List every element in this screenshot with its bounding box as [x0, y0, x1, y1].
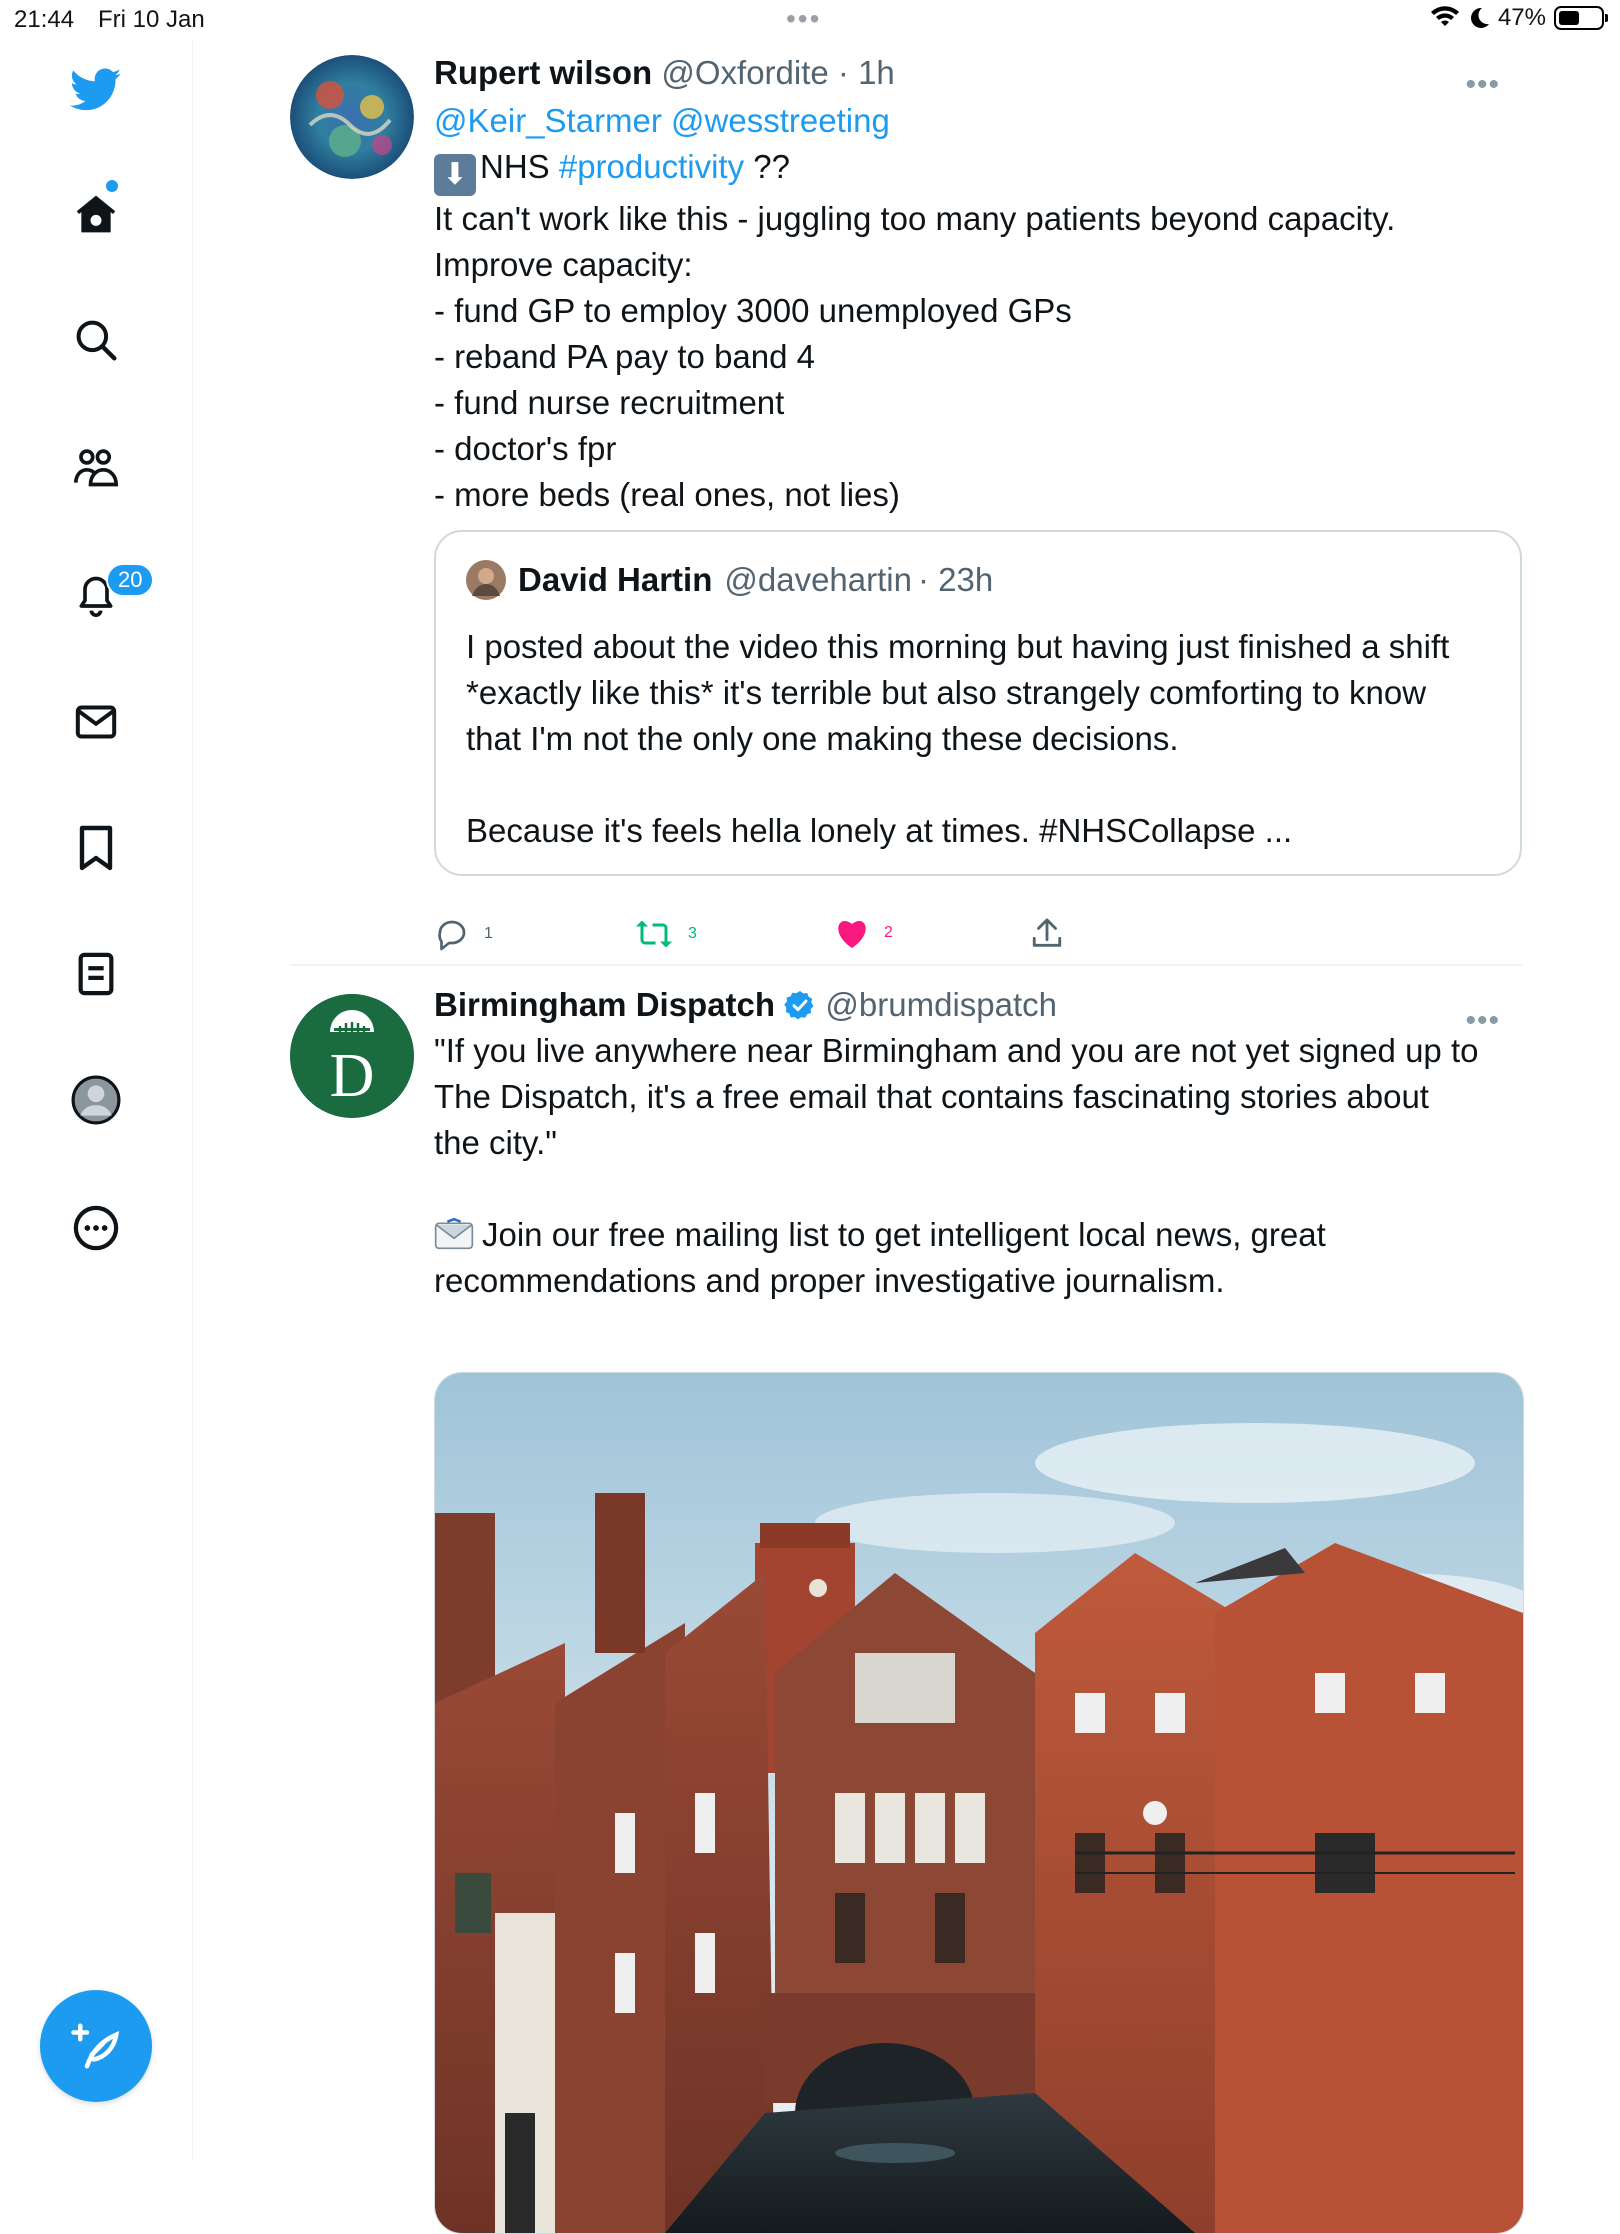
lists-icon[interactable]: [68, 946, 124, 1002]
tweet-line: - fund nurse recruitment: [434, 384, 785, 421]
tweet-header: Birmingham Dispatch @brumdispatch: [434, 982, 1524, 1028]
home-unread-dot: [106, 180, 118, 192]
tweet-line: - more beds (real ones, not lies): [434, 476, 900, 513]
verified-badge-icon: [784, 991, 814, 1020]
like-button[interactable]: 2: [834, 916, 893, 950]
author-handle[interactable]: @brumdispatch: [825, 986, 1057, 1023]
tweet-line: - fund GP to employ 3000 unemployed GPs: [434, 292, 1072, 329]
avatar[interactable]: D: [290, 994, 414, 1118]
retweet-count: 3: [688, 925, 697, 942]
status-right: 47%: [1430, 4, 1608, 32]
quoted-line: that I'm not the only one making these d…: [466, 720, 1179, 757]
tweet-line: ⬇ NHS #productivity ??: [434, 144, 1524, 196]
avatar[interactable]: [290, 55, 414, 179]
quoted-line: [466, 762, 1496, 808]
share-icon: [1032, 918, 1062, 947]
status-time: 21:44: [14, 6, 75, 33]
author-name[interactable]: Rupert wilson: [434, 54, 652, 91]
quoted-line: I posted about the video this morning bu…: [466, 628, 1450, 665]
more-options-icon[interactable]: •••: [1465, 68, 1500, 102]
compose-tweet-icon: [71, 2023, 120, 2069]
avatar-letter: D: [330, 1042, 375, 1110]
retweet-button[interactable]: 3: [634, 916, 697, 952]
tweet-line: - doctor's fpr: [434, 430, 617, 467]
share-button[interactable]: [1030, 916, 1064, 952]
tweet-time[interactable]: · 1h: [838, 54, 895, 91]
quoted-line: Because it's feels hella lonely at times…: [466, 812, 1293, 849]
multitasking-dots-icon[interactable]: •••: [786, 3, 821, 35]
retweet-icon: [636, 920, 672, 948]
status-date: Fri 10 Jan: [98, 6, 205, 33]
heart-icon: [838, 921, 866, 948]
tweet-line: Improve capacity:: [434, 246, 693, 283]
compose-tweet-button[interactable]: [40, 1990, 152, 2102]
quoted-author-handle: @davehartin: [724, 561, 912, 598]
quoted-tweet-time: · 23h: [917, 561, 994, 598]
quoted-author-avatar: [466, 560, 506, 600]
battery-icon: [1554, 6, 1608, 30]
search-icon[interactable]: [68, 312, 124, 368]
bookmark-icon[interactable]: [68, 820, 124, 876]
tweet-actions: 1 3 2: [434, 916, 1434, 956]
envelope-emoji-icon: [434, 1217, 474, 1250]
tweet-line: "If you live anywhere near Birmingham an…: [434, 1032, 1479, 1069]
hashtag-link[interactable]: #productivity: [559, 148, 744, 185]
quoted-tweet[interactable]: David Hartin @davehartin · 23h I posted …: [434, 530, 1522, 876]
quoted-tweet-text: I posted about the video this morning bu…: [466, 624, 1496, 854]
quoted-line: *exactly like this* it's terrible but al…: [466, 674, 1427, 711]
down-arrow-emoji-icon: ⬇: [434, 154, 476, 196]
profile-avatar-icon[interactable]: [68, 1072, 124, 1128]
mail-icon[interactable]: [68, 694, 124, 750]
wifi-icon: [1430, 6, 1459, 26]
moon-icon: [1470, 7, 1489, 28]
tweet[interactable]: Rupert wilson @Oxfordite · 1h ••• @Keir_…: [290, 40, 1522, 964]
tweet-photo[interactable]: [434, 1372, 1524, 2234]
twitter-logo-icon[interactable]: [68, 62, 124, 118]
notifications-badge: 20: [106, 563, 155, 597]
tweet-text: @Keir_Starmer @wesstreeting ⬇ NHS #produc…: [434, 98, 1524, 518]
like-count: 2: [884, 924, 893, 941]
tweet-line: the city.": [434, 1124, 557, 1161]
battery-percent: 47%: [1497, 4, 1546, 31]
status-bar: 21:44 Fri 10 Jan ••• 47%: [0, 0, 1620, 40]
tweet-header: Rupert wilson @Oxfordite · 1h: [434, 50, 1524, 96]
sidebar: 20: [0, 40, 193, 2160]
tweet-line: The Dispatch, it's a free email that con…: [434, 1078, 1429, 1115]
tweet-line: recommendations and proper investigative…: [434, 1262, 1225, 1299]
more-circle-icon[interactable]: [68, 1200, 124, 1256]
communities-icon[interactable]: [68, 440, 124, 496]
tweet-line: It can't work like this - juggling too m…: [434, 200, 1396, 237]
reply-button[interactable]: 1: [434, 916, 493, 952]
reply-icon: [438, 920, 466, 951]
author-handle[interactable]: @Oxfordite: [661, 54, 828, 91]
reply-count: 1: [484, 925, 493, 942]
tweet[interactable]: D Birmingham Dispatch @brumdispatch ••• …: [290, 966, 1524, 2234]
tweet-line: Join our free mailing list to get intell…: [434, 1212, 1524, 1258]
tweet-line: - reband PA pay to band 4: [434, 338, 815, 375]
author-name[interactable]: Birmingham Dispatch: [434, 986, 775, 1023]
quoted-author-name: David Hartin: [518, 561, 713, 598]
more-options-icon[interactable]: •••: [1465, 1004, 1500, 1038]
notifications-bell-icon[interactable]: 20: [68, 563, 155, 623]
home-icon[interactable]: [68, 180, 124, 242]
tweet-text: "If you live anywhere near Birmingham an…: [434, 1028, 1524, 1304]
mentions-link[interactable]: @Keir_Starmer @wesstreeting: [434, 98, 1524, 144]
tweet-line: [434, 1166, 1524, 1212]
